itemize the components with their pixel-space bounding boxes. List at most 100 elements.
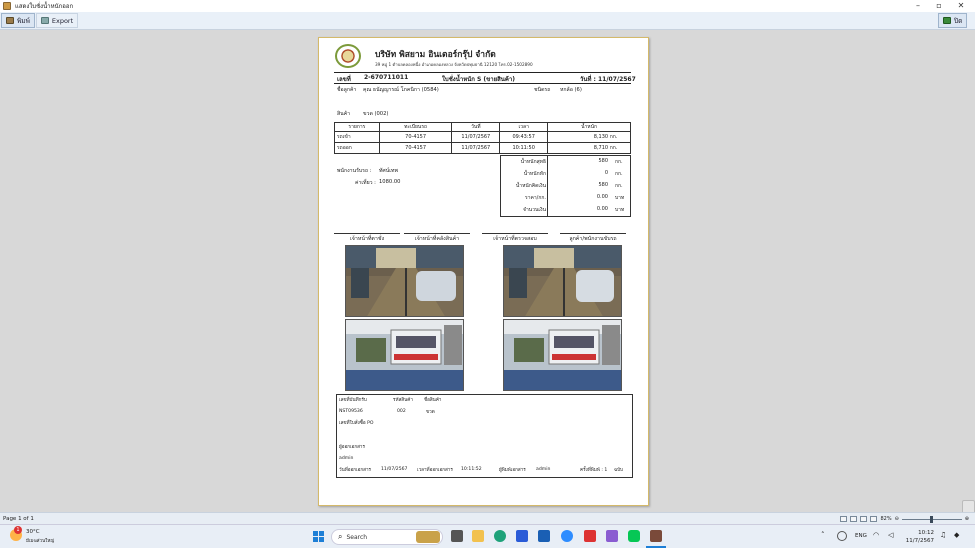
truck-photo-in-front [345,319,464,391]
copilot-icon[interactable]: ◆ [954,531,959,539]
ref-value: NST09536 [339,409,363,414]
fee-value: 1080.00 [379,179,401,185]
clock-time[interactable]: 10:12 [902,530,934,536]
wifi-icon[interactable]: ◠ [873,531,879,539]
weight-value: 8,130 [593,134,609,140]
product-value: ขวด (002) [363,111,389,117]
zoom-app-icon[interactable] [561,530,573,542]
table-row: รถออก 70-4157 11/07/2567 10:11:50 8,710 … [334,142,631,154]
volume-icon[interactable]: ◁ [888,531,893,539]
window-title: แสดงใบชั่งน้ำหนักออก [15,3,74,10]
cell-weight: 8,130 กก. [547,131,631,143]
export-button[interactable]: Export [35,13,79,28]
maximize-button[interactable]: ▫ [928,0,950,12]
code-value: 002 [397,409,406,414]
signature-warehouse-officer: เจ้าหน้าที่คลังสินค้า [404,233,470,243]
col-weight: น้ำหนัก [547,122,631,132]
weight-table: รายการ ทะเบียนรถ วันที่ เวลา น้ำหนัก รถเ… [334,122,631,154]
employee-value: ทัศน์เทพ [379,168,398,174]
summary-label: น้ำหนักคิดเงิน [515,183,546,189]
media-app-icon[interactable] [584,530,596,542]
weighing-app-icon[interactable] [650,530,662,542]
search-icon: ⌕ [338,532,343,541]
summary-row: ราคา/กก. 0.00 บาท [501,192,632,204]
truck-photo-in-top [345,245,464,317]
two-page-view-icon[interactable] [850,516,858,522]
col-date: วันที่ [451,122,501,132]
recorder-value: admin [339,456,354,461]
header-line-bottom [334,83,631,84]
weight-value: 8,710 [593,145,609,151]
summary-label: จำนวนเงิน [523,207,546,213]
toolbar: พิมพ์ Export ปิด [0,12,975,30]
paint-app-icon[interactable] [606,530,618,542]
summary-value: 0.00 [596,194,608,200]
col-item: รายการ [334,122,380,132]
chevron-up-icon[interactable]: ˄ [821,531,825,539]
search-highlight-icon [416,531,440,543]
zoom-slider-thumb[interactable] [929,515,933,523]
doc-date-value: 11/07/2567 [381,467,408,472]
zoom-in-icon[interactable]: ⊕ [965,516,969,522]
summary-row: จำนวนเงิน 0.00 บาท [501,204,632,216]
product-label: สินค้า [337,111,351,117]
table-row: รถเข้า 70-4157 11/07/2567 09:43:57 8,130… [334,131,631,143]
truck-photo-out-top [503,245,622,317]
start-button[interactable] [313,531,324,542]
summary-value: 580 [598,158,608,164]
close-window-button[interactable]: ✕ [950,0,972,12]
exit-icon [943,17,951,24]
copies-label: ครั้งที่พิมพ์ : 1 [580,468,608,473]
summary-row: น้ำหนักสุทธิ 580 กก. [501,156,632,168]
summary-unit: กก. [615,183,623,189]
close-report-button[interactable]: ปิด [938,13,968,28]
edge-icon[interactable] [494,530,506,542]
search-box[interactable]: ⌕ Search [331,529,443,545]
cell-item: รถออก [334,142,380,154]
summary-value: 0.00 [596,206,608,212]
report-page: บริษัท พิสยาม อินเตอร์กรุ๊ป จำกัด 39 หมู… [318,37,649,506]
summary-label: ราคา/กก. [525,195,546,201]
copy-type: ฉบับ [614,468,623,473]
cell-plate: 70-4157 [378,131,453,143]
print-label: พิมพ์ [17,16,30,25]
zoom-out-icon[interactable]: ⊖ [895,516,899,522]
header-line-top [334,72,631,73]
word-icon[interactable] [538,530,550,542]
fit-page-icon[interactable] [870,516,878,522]
notification-bell-icon[interactable]: ♫ [940,531,946,539]
one-page-view-icon[interactable] [840,516,848,522]
weather-desc: มีเมฆส่วนใหญ่ [26,539,55,544]
report-viewer[interactable]: บริษัท พิสยาม อินเตอร์กรุ๊ป จำกัด 39 หมู… [0,30,975,528]
store-icon[interactable] [516,530,528,542]
summary-unit: กก. [615,171,623,177]
car-type-value: หกล้อ (6) [560,87,582,93]
cell-time: 09:43:57 [499,131,549,143]
doc-time-value: 10:11:52 [461,467,482,472]
print-button[interactable]: พิมพ์ [1,13,35,28]
employee-label: พนักงานรับรถ : [337,168,372,174]
cell-date: 11/07/2567 [451,131,501,143]
fit-width-icon[interactable] [860,516,868,522]
summary-label: น้ำหนักสุทธิ [520,159,546,165]
summary-value: 0 [604,170,608,176]
summary-value: 580 [598,182,608,188]
start-icon-tile [313,537,318,542]
task-view-icon[interactable] [451,530,463,542]
customer-label: ชื่อลูกค้า [337,87,357,93]
signature-customer-driver: ลูกค้า/พนักงานขับรถ [560,233,626,243]
summary-unit: บาท [615,207,625,213]
summary-unit: บาท [615,195,625,201]
file-explorer-icon[interactable] [472,530,484,542]
col-time: เวลา [499,122,549,132]
language-indicator[interactable]: ENG [855,533,867,539]
clock-date[interactable]: 11/7/2567 [902,538,934,544]
weather-badge: 1 [14,526,22,534]
doc-date-label: วันที่ออกเอกสาร [339,468,372,473]
minimize-button[interactable]: – [907,0,929,12]
zoom-slider[interactable] [901,515,962,523]
col-plate: ทะเบียนรถ [378,122,453,132]
line-app-icon[interactable] [628,530,640,542]
sync-icon[interactable] [837,531,847,541]
name-label: ชื่อสินค้า [424,398,442,403]
